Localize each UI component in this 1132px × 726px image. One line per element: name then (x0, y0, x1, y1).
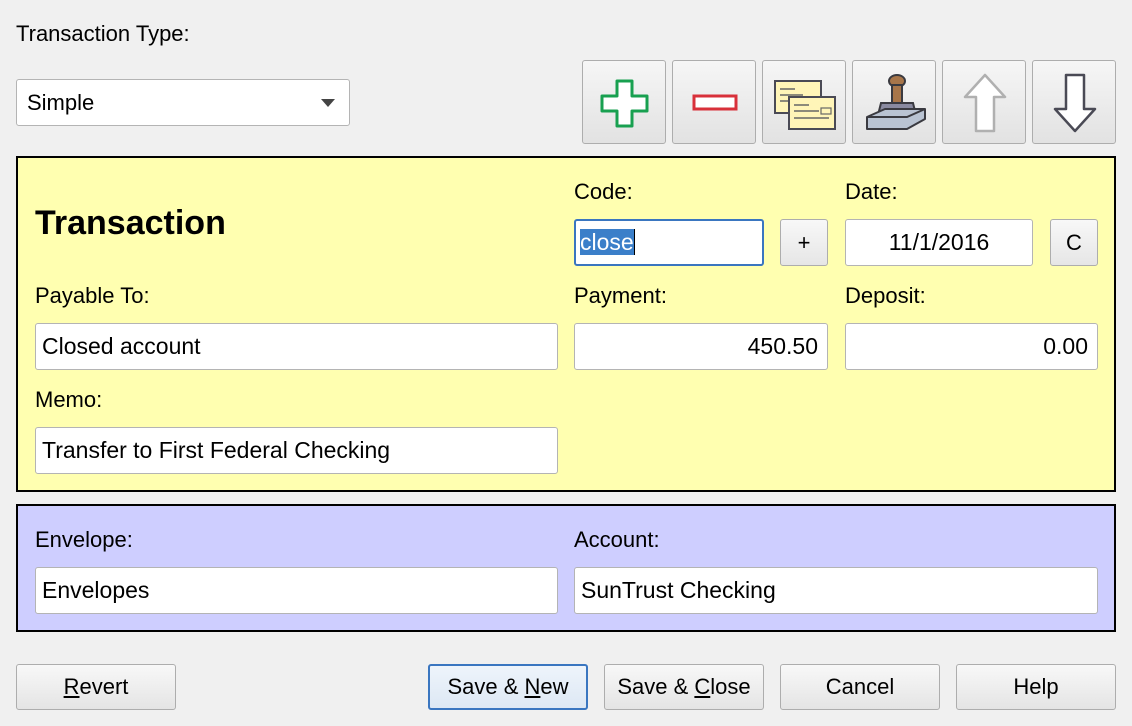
account-field[interactable]: SunTrust Checking (574, 567, 1098, 614)
code-label: Code: (574, 179, 633, 204)
revert-label-post: evert (79, 674, 129, 699)
payable-to-field[interactable]: Closed account (35, 323, 558, 370)
transaction-type-select[interactable]: Simple (16, 79, 350, 126)
payable-to-label: Payable To: (35, 283, 150, 308)
payment-field[interactable]: 450.50 (574, 323, 828, 370)
deposit-label: Deposit: (845, 283, 926, 308)
remove-icon (692, 94, 738, 111)
move-up-button[interactable] (942, 60, 1026, 144)
move-down-icon (1053, 73, 1097, 133)
date-field[interactable]: 11/1/2016 (845, 219, 1033, 266)
add-icon (600, 79, 649, 128)
revert-accel-key: R (63, 674, 80, 699)
envelope-label: Envelope: (35, 527, 133, 552)
account-label: Account: (574, 527, 660, 552)
help-button[interactable]: Help (956, 664, 1116, 710)
code-add-button[interactable]: + (780, 219, 828, 266)
save-new-accel-key: N (524, 674, 541, 699)
move-up-icon (963, 73, 1007, 133)
deposit-field[interactable]: 0.00 (845, 323, 1098, 370)
stamp-button[interactable] (852, 60, 936, 144)
transaction-type-value: Simple (27, 90, 95, 115)
payment-label: Payment: (574, 283, 667, 308)
save-close-label-pre: Save & (617, 674, 695, 699)
chevron-down-icon[interactable] (321, 99, 335, 107)
code-value: close (580, 229, 634, 255)
print-checks-button[interactable] (762, 60, 846, 144)
date-label: Date: (845, 179, 898, 204)
calendar-button[interactable]: C (1050, 219, 1098, 266)
revert-button[interactable]: Revert (16, 664, 176, 710)
code-field[interactable]: close (574, 219, 764, 266)
save-new-button[interactable]: Save & New (428, 664, 588, 710)
move-down-button[interactable] (1032, 60, 1116, 144)
memo-field[interactable]: Transfer to First Federal Checking (35, 427, 558, 474)
remove-split-button[interactable] (672, 60, 756, 144)
save-new-label-post: ew (540, 674, 569, 699)
memo-label: Memo: (35, 387, 103, 412)
add-split-button[interactable] (582, 60, 666, 144)
save-close-accel-key: C (694, 674, 711, 699)
checks-icon (774, 80, 836, 130)
save-close-label-post: lose (710, 674, 751, 699)
save-new-label-pre: Save & (447, 674, 525, 699)
envelope-field[interactable]: Envelopes (35, 567, 558, 614)
transaction-heading: Transaction (35, 204, 226, 242)
stamp-icon (866, 74, 926, 130)
transaction-type-label: Transaction Type: (16, 21, 190, 46)
save-close-button[interactable]: Save & Close (604, 664, 764, 710)
cancel-button[interactable]: Cancel (780, 664, 940, 710)
